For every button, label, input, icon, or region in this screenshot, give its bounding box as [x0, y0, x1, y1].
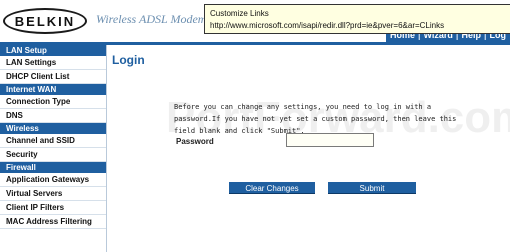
customize-links-tooltip: Customize Links http://www.microsoft.com…: [204, 4, 510, 34]
sidebar-section-wireless: Wireless: [0, 123, 106, 134]
sidebar-section-firewall: Firewall: [0, 162, 106, 173]
sidebar-section-internet-wan: Internet WAN: [0, 84, 106, 95]
password-label: Password: [176, 137, 214, 146]
sidebar-item-dhcp-client-list[interactable]: DHCP Client List: [0, 70, 106, 84]
sidebar-item-mac-address-filtering[interactable]: MAC Address Filtering: [0, 215, 106, 229]
submit-button[interactable]: Submit: [328, 182, 416, 194]
main-content: PortForward.com Login Before you can cha…: [106, 45, 510, 252]
password-input[interactable]: [286, 133, 374, 147]
tooltip-title: Customize Links: [210, 9, 269, 18]
belkin-logo: BELKIN: [3, 8, 87, 34]
sidebar: LAN Setup LAN Settings DHCP Client List …: [0, 45, 107, 252]
login-instructions: Before you can change any settings, you …: [174, 103, 457, 135]
sidebar-item-virtual-servers[interactable]: Virtual Servers: [0, 187, 106, 201]
sidebar-item-security[interactable]: Security: [0, 148, 106, 162]
sidebar-section-lan-setup: LAN Setup: [0, 45, 106, 56]
sidebar-item-connection-type[interactable]: Connection Type: [0, 95, 106, 109]
sidebar-item-client-ip-filters[interactable]: Client IP Filters: [0, 201, 106, 215]
sidebar-item-application-gateways[interactable]: Application Gateways: [0, 173, 106, 187]
sidebar-item-lan-settings[interactable]: LAN Settings: [0, 56, 106, 70]
tooltip-url: http://www.microsoft.com/isapi/redir.dll…: [210, 21, 445, 30]
page-title: Login: [112, 53, 145, 67]
sidebar-item-channel-ssid[interactable]: Channel and SSID: [0, 134, 106, 148]
clear-changes-button[interactable]: Clear Changes: [229, 182, 315, 194]
sidebar-item-dns[interactable]: DNS: [0, 109, 106, 123]
